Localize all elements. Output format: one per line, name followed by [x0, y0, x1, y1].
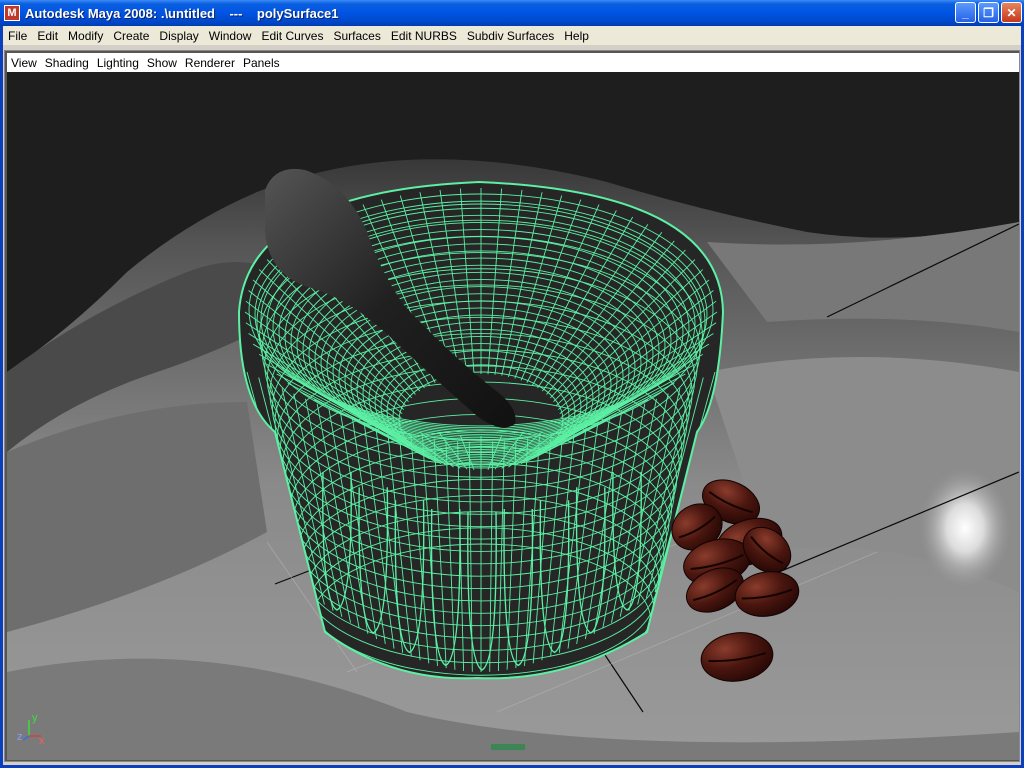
close-button[interactable]: ✕	[1001, 2, 1022, 23]
title-bar[interactable]: M Autodesk Maya 2008: .\untitled --- pol…	[0, 0, 1024, 26]
menu-file[interactable]: File	[3, 29, 32, 43]
menu-create[interactable]: Create	[108, 29, 154, 43]
minimize-icon: _	[962, 5, 969, 20]
restore-icon: ❐	[983, 5, 994, 20]
menu-help[interactable]: Help	[559, 29, 594, 43]
3d-viewport[interactable]: y z x	[7, 72, 1019, 760]
axis-gizmo: y z x	[17, 712, 45, 746]
menu-edit-nurbs[interactable]: Edit NURBS	[386, 29, 462, 43]
panel-menu-view[interactable]: View	[7, 56, 41, 70]
maya-window: M Autodesk Maya 2008: .\untitled --- pol…	[0, 0, 1024, 768]
panel-menu-show[interactable]: Show	[143, 56, 181, 70]
menu-surfaces[interactable]: Surfaces	[328, 29, 385, 43]
axis-z-label: z	[17, 731, 23, 743]
selection-status-marker	[491, 744, 525, 750]
axis-y-label: y	[32, 712, 38, 724]
maximize-button[interactable]: ❐	[978, 2, 999, 23]
menu-display[interactable]: Display	[154, 29, 203, 43]
axis-x-label: x	[39, 735, 45, 746]
main-menubar: File Edit Modify Create Display Window E…	[3, 26, 1021, 45]
panel-menu-shading[interactable]: Shading	[41, 56, 93, 70]
window-title: Autodesk Maya 2008: .\untitled --- polyS…	[25, 5, 339, 21]
menu-edit-curves[interactable]: Edit Curves	[256, 29, 328, 43]
light-hotspot	[919, 468, 1011, 588]
menu-modify[interactable]: Modify	[63, 29, 108, 43]
menu-edit[interactable]: Edit	[32, 29, 63, 43]
panel-menu-renderer[interactable]: Renderer	[181, 56, 239, 70]
minimize-button[interactable]: _	[955, 2, 976, 23]
panel-menu-panels[interactable]: Panels	[239, 56, 284, 70]
maya-app-icon[interactable]: M	[4, 5, 20, 21]
menu-subdiv-surfaces[interactable]: Subdiv Surfaces	[462, 29, 559, 43]
close-icon: ✕	[1006, 5, 1017, 20]
menu-window[interactable]: Window	[204, 29, 257, 43]
axis-indicator: y z x	[17, 710, 51, 746]
panel-menubar: View Shading Lighting Show Renderer Pane…	[7, 53, 1019, 72]
viewport-scene	[7, 72, 1019, 760]
window-controls: _ ❐ ✕	[955, 2, 1022, 23]
panel-menu-lighting[interactable]: Lighting	[93, 56, 143, 70]
